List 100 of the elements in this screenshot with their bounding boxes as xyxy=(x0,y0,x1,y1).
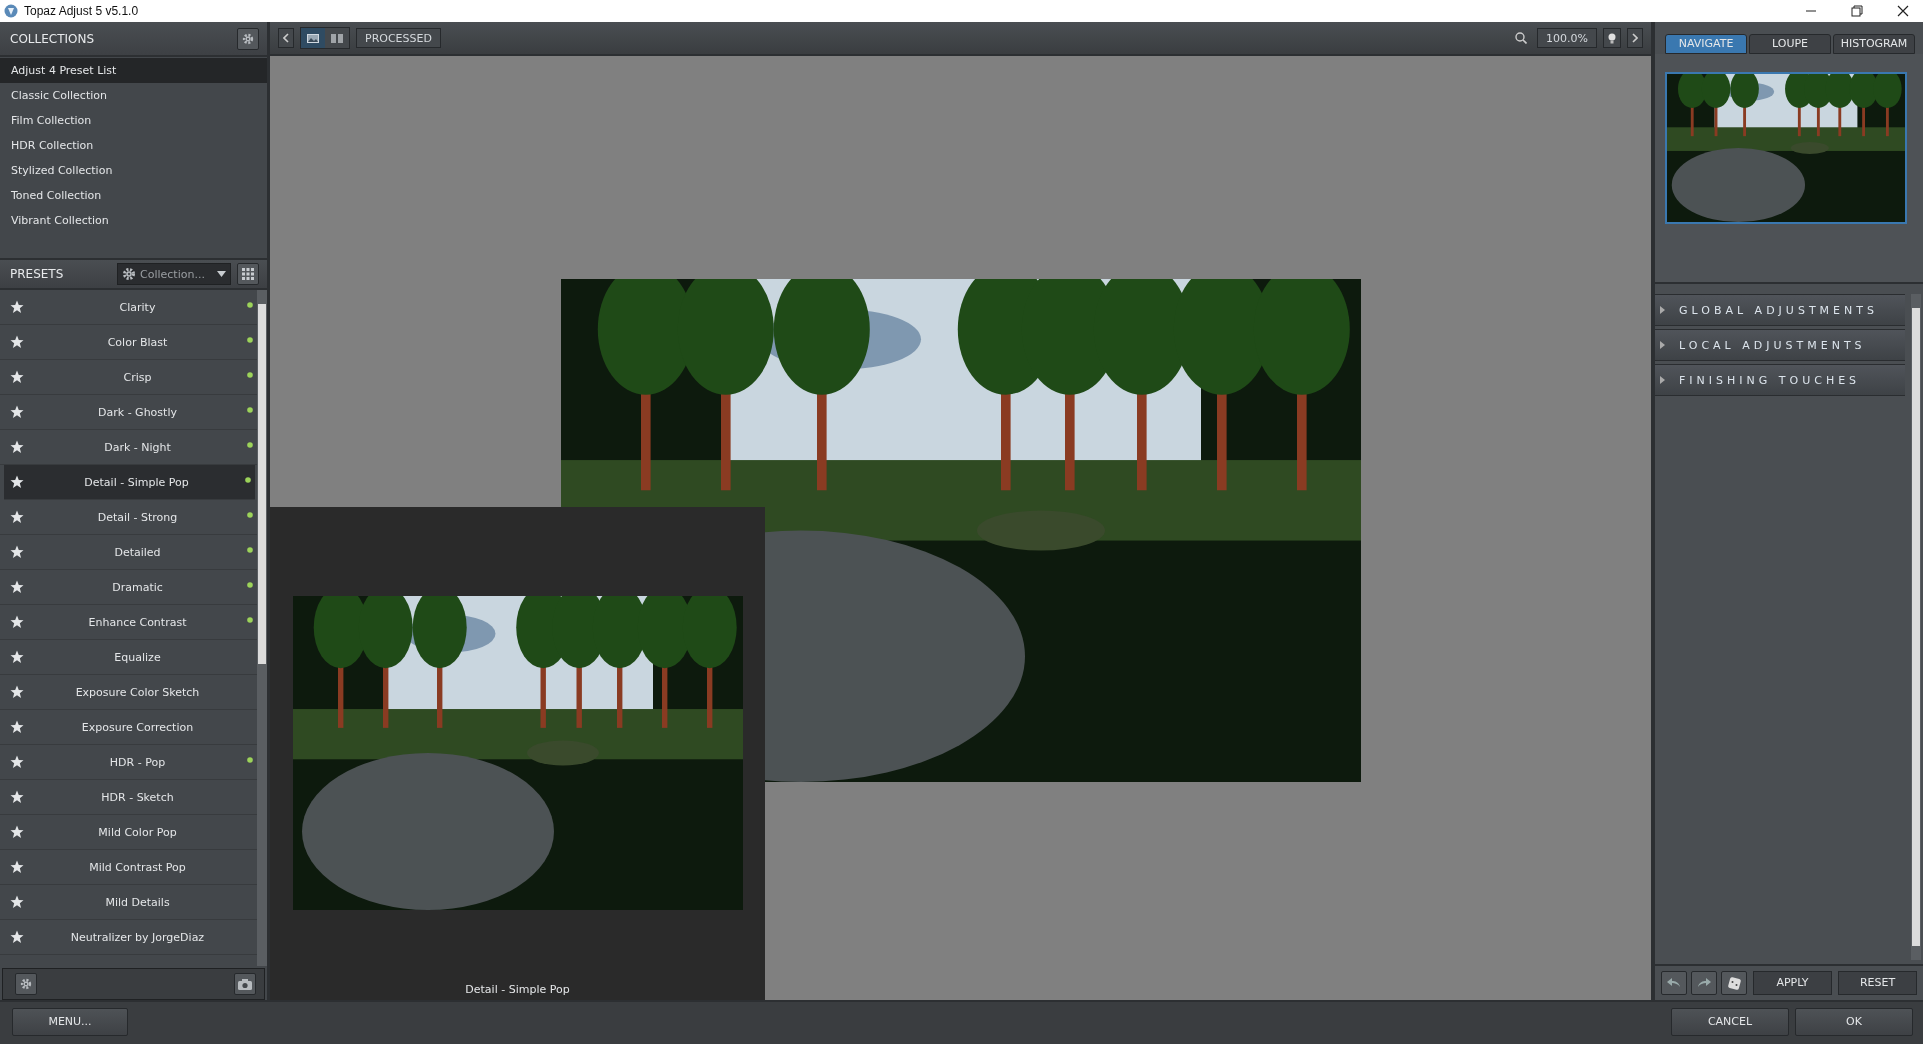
section-title: GLOBAL ADJUSTMENTS xyxy=(1679,303,1878,317)
star-icon[interactable] xyxy=(10,510,24,524)
preset-item[interactable]: Detail - Strong xyxy=(0,500,257,535)
preset-item[interactable]: HDR - Pop xyxy=(0,745,257,780)
collection-item[interactable]: HDR Collection xyxy=(0,133,267,158)
star-icon[interactable] xyxy=(10,755,24,769)
collection-item[interactable]: Classic Collection xyxy=(0,83,267,108)
camera-button[interactable] xyxy=(234,973,256,995)
star-icon[interactable] xyxy=(10,475,24,489)
star-icon[interactable] xyxy=(10,930,24,944)
reset-button[interactable]: RESET xyxy=(1838,971,1917,995)
menu-button[interactable]: MENU... xyxy=(12,1008,128,1036)
forward-button[interactable] xyxy=(1627,28,1643,48)
star-icon[interactable] xyxy=(10,615,24,629)
preset-item[interactable]: Equalize xyxy=(0,640,257,675)
star-icon[interactable] xyxy=(10,545,24,559)
collection-item[interactable]: Film Collection xyxy=(0,108,267,133)
scrollbar[interactable] xyxy=(257,290,267,966)
preset-name: Color Blast xyxy=(106,335,169,349)
preset-item[interactable]: Detail - Simple Pop xyxy=(4,465,255,500)
caret-right-icon xyxy=(1659,376,1665,384)
star-icon[interactable] xyxy=(10,300,24,314)
star-icon[interactable] xyxy=(10,335,24,349)
preset-item[interactable]: Dramatic xyxy=(0,570,257,605)
star-icon[interactable] xyxy=(10,440,24,454)
preset-name: Neutralizer by JorgeDiaz xyxy=(69,930,206,944)
preset-item[interactable]: Neutralizer by JorgeDiaz xyxy=(0,920,257,955)
star-icon[interactable] xyxy=(10,895,24,909)
settings-button[interactable] xyxy=(15,973,37,995)
preset-name: Detailed xyxy=(113,545,162,559)
preset-item[interactable]: Dark - Ghostly xyxy=(0,395,257,430)
star-icon[interactable] xyxy=(10,650,24,664)
preset-item[interactable]: Mild Color Pop xyxy=(0,815,257,850)
settings-icon xyxy=(242,32,254,45)
preview-caption: Detail - Simple Pop xyxy=(465,983,570,996)
zoom-level[interactable]: 100.0% xyxy=(1537,28,1597,48)
processed-button[interactable]: PROCESSED xyxy=(356,28,441,48)
settings-button[interactable] xyxy=(237,27,259,50)
star-icon[interactable] xyxy=(10,370,24,384)
star-icon[interactable] xyxy=(10,580,24,594)
preset-item[interactable]: Clarity xyxy=(0,290,257,325)
restore-icon[interactable] xyxy=(1851,5,1863,17)
preset-name: Dramatic xyxy=(111,580,164,594)
star-icon[interactable] xyxy=(10,860,24,874)
collection-item[interactable]: Adjust 4 Preset List xyxy=(0,58,267,83)
redo-button[interactable] xyxy=(1691,971,1717,995)
preset-item[interactable]: Color Blast xyxy=(0,325,257,360)
preset-item[interactable]: Crisp xyxy=(0,360,257,395)
app-logo-icon xyxy=(4,4,18,18)
preset-name: Enhance Contrast xyxy=(87,615,188,629)
caret-icon xyxy=(217,271,226,277)
navigator-tab[interactable]: NAVIGATE xyxy=(1665,34,1747,54)
preset-name: Dark - Night xyxy=(103,440,172,454)
preset-item[interactable]: Detailed xyxy=(0,535,257,570)
star-icon[interactable] xyxy=(10,685,24,699)
apply-button[interactable]: APPLY xyxy=(1753,971,1832,995)
scrollbar[interactable] xyxy=(1911,294,1921,960)
section-header[interactable]: GLOBAL ADJUSTMENTS xyxy=(1655,294,1905,326)
preset-item[interactable]: Enhance Contrast xyxy=(0,605,257,640)
preset-name: Exposure Correction xyxy=(80,720,195,734)
section-header[interactable]: LOCAL ADJUSTMENTS xyxy=(1655,329,1905,361)
preset-name: HDR - Sketch xyxy=(100,790,175,804)
collection-item[interactable]: Vibrant Collection xyxy=(0,208,267,233)
undo-button[interactable] xyxy=(1661,971,1687,995)
panel-title: PRESETS xyxy=(10,267,65,281)
section-title: LOCAL ADJUSTMENTS xyxy=(1679,338,1866,352)
star-icon[interactable] xyxy=(10,825,24,839)
section-header[interactable]: FINISHING TOUCHES xyxy=(1655,364,1905,396)
window-title: Topaz Adjust 5 v5.1.0 xyxy=(24,4,139,18)
dice-button[interactable] xyxy=(1721,971,1747,995)
navigator-tab[interactable]: HISTOGRAM xyxy=(1833,34,1915,54)
navigator-tab[interactable]: LOUPE xyxy=(1749,34,1831,54)
preset-item[interactable]: HDR - Sketch xyxy=(0,780,257,815)
collection-dropdown[interactable]: Collection... xyxy=(117,263,231,285)
preset-item[interactable]: Exposure Color Sketch xyxy=(0,675,257,710)
section-title: FINISHING TOUCHES xyxy=(1679,373,1861,387)
cancel-button[interactable]: CANCEL xyxy=(1671,1008,1789,1036)
preset-name: Mild Color Pop xyxy=(97,825,178,839)
split-view-icon xyxy=(331,33,343,43)
preset-item[interactable]: Exposure Correction xyxy=(0,710,257,745)
light-button[interactable] xyxy=(1603,28,1621,48)
ok-button[interactable]: OK xyxy=(1795,1008,1913,1036)
star-icon[interactable] xyxy=(10,405,24,419)
undo-arrow-icon xyxy=(1667,978,1681,988)
preset-name: Mild Details xyxy=(104,895,171,909)
grid-view-button[interactable] xyxy=(237,263,259,285)
preset-item[interactable]: Mild Contrast Pop xyxy=(0,850,257,885)
single-view-button[interactable] xyxy=(301,28,325,48)
back-button[interactable] xyxy=(278,28,294,48)
preset-item[interactable]: Mild Details xyxy=(0,885,257,920)
star-icon[interactable] xyxy=(10,720,24,734)
preset-name: Mild Contrast Pop xyxy=(88,860,187,874)
collection-item[interactable]: Stylized Collection xyxy=(0,158,267,183)
caret-right-icon xyxy=(1659,341,1665,349)
collection-item[interactable]: Toned Collection xyxy=(0,183,267,208)
close-icon[interactable] xyxy=(1897,5,1909,17)
preset-name: Dark - Ghostly xyxy=(97,405,178,419)
preset-name: Detail - Strong xyxy=(96,510,179,524)
star-icon[interactable] xyxy=(10,790,24,804)
preset-name: Detail - Simple Pop xyxy=(83,475,190,489)
